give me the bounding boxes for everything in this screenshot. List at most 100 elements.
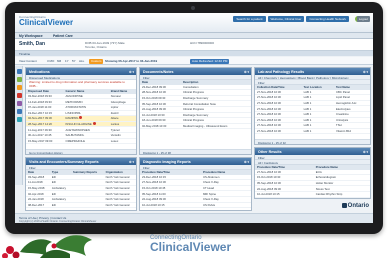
table-cell: Vitamin B12 (334, 128, 370, 135)
rail-home-icon[interactable] (16, 69, 22, 74)
imaging-table: Procedure Date/Time Procedure Name 23-De… (140, 170, 251, 209)
ontario-logo: Ontario (341, 203, 369, 209)
documents-table: Date Description 23-Dec-2018 09:30 Consul… (140, 80, 251, 130)
visits-header: Visits and Encounters/Summary Reports ⚙ … (26, 158, 136, 165)
patient-name: Smith, Dan (19, 41, 46, 47)
rail-labs-icon[interactable] (16, 93, 22, 98)
portlet-settings-icon[interactable]: ⚙ ▾ (363, 70, 368, 74)
table-cell: 02-May-2018 10:30 (140, 123, 181, 130)
range-custom-button[interactable]: Custom (89, 58, 104, 64)
berry-icon (12, 251, 20, 258)
table-row[interactable]: 15-May-2017 09:00 OMEPRAZOLE Losec (26, 138, 136, 145)
view-context-button[interactable]: View Context (19, 59, 37, 63)
berry-icon (6, 246, 14, 254)
table-row[interactable]: 11-Aug-2017 09:30 ACETAMINOPHEN Tylenol (26, 126, 136, 133)
logo-main-text: ClinicalViewer (19, 18, 74, 27)
portlet-settings-icon[interactable]: ⚙ ▾ (363, 150, 368, 154)
documents-portlet: Documents/Notes ⚙ ▾ Filter Date Descript… (139, 67, 252, 155)
table-row[interactable]: 10-Jul-2018 10:15 Cardiac Rhythm Strip (255, 191, 370, 198)
table-cell: US Pelvis (200, 202, 251, 209)
imaging-title: Diagnostic Imaging Reports (143, 159, 191, 164)
search-patient-link[interactable]: Search for a patient (233, 16, 266, 22)
table-cell: 10-Jul-2018 10:15 (255, 191, 314, 198)
table-cell (70, 202, 104, 209)
table-row[interactable]: 08-Dec-2017 ED North York General (26, 202, 136, 209)
visits-title: Visits and Encounters/Summary Reports (29, 159, 99, 164)
berry-icon (2, 253, 8, 258)
table-row[interactable]: 10-Jul-2018 10:15 US Pelvis (140, 202, 251, 209)
table-cell: 10-Jul-2018 10:15 (140, 202, 201, 209)
logout-button[interactable]: Logout (356, 16, 370, 22)
app-logo[interactable]: ConnectingOntario ClinicalViewer (19, 15, 73, 27)
ontario-trillium-icon (341, 203, 347, 208)
portlet-settings-icon[interactable]: ⚙ ▾ (129, 70, 134, 74)
range-1y-button[interactable]: 1Y (65, 59, 69, 63)
medications-header: Medications ⚙ ▾ (26, 68, 136, 75)
medications-warning: Warning: Limited to drug information and… (29, 80, 125, 88)
documents-header: Documents/Notes ⚙ ▾ (140, 68, 251, 75)
table-cell: Cardiac Rhythm Strip (313, 191, 370, 198)
table-row[interactable]: 30-Jun-2017 10:45 SALBUTAMOL Ventolin (26, 132, 136, 139)
cell-text: INSULIN GLARGINE (65, 122, 92, 127)
portlet-settings-icon[interactable]: ⚙ ▾ (244, 160, 249, 164)
medications-portlet: Medications ⚙ ▾ Dispensed Medications Wa… (25, 67, 137, 155)
range-all-button[interactable]: ALL (79, 59, 84, 63)
portlet-settings-icon[interactable]: ⚙ ▾ (129, 160, 134, 164)
range-3mo-button[interactable]: 3 MO (47, 59, 54, 63)
timeline-strip[interactable]: Timeline (15, 51, 373, 56)
imaging-header: Diagnostic Imaging Reports ⚙ ▾ (140, 158, 251, 165)
table-cell: 08-Dec-2017 (26, 202, 50, 209)
app-screen: ConnectingOntario ClinicalViewer Search … (15, 13, 373, 223)
documents-pagination: Displaying 1 - 25 of 38 (140, 149, 251, 154)
imaging-portlet: Diagnostic Imaging Reports ⚙ ▾ Filter Pr… (139, 157, 252, 211)
labs-header: Lab and Pathology Results ⚙ ▾ (255, 68, 370, 75)
holly-decoration (2, 235, 92, 258)
rail-imaging-icon[interactable] (16, 101, 22, 106)
table-cell: North York General (103, 202, 136, 209)
tablet-device: ConnectingOntario ClinicalViewer Search … (5, 2, 383, 234)
visits-table: Date Type Summary Reports Organization 0… (26, 170, 136, 209)
table-cell: 27-Nov-2018 10:30 (255, 128, 302, 135)
rail-meds-icon[interactable] (16, 77, 22, 82)
range-6m-button[interactable]: 6M (57, 59, 61, 63)
stage: ConnectingOntario ClinicalViewer Search … (0, 0, 389, 258)
table-cell: Medical Imaging - Ultrasound Exam (180, 123, 251, 130)
table-cell: ED (49, 202, 71, 209)
user-welcome-link[interactable]: Welcome, Clinical User (267, 16, 305, 22)
rail-other-icon[interactable] (16, 117, 22, 122)
medications-title: Medications (29, 69, 50, 74)
rail-visits-icon[interactable] (16, 109, 22, 114)
app-header: ConnectingOntario ClinicalViewer Search … (15, 13, 373, 33)
patient-address: Toronto, Ontario (85, 45, 107, 49)
labs-portlet: Lab and Pathology Results ⚙ ▾ All | Chem… (254, 67, 371, 145)
brand-logo: ConnectingOntario ClinicalViewer (150, 235, 231, 253)
other-results-header: Other Results ⚙ ▾ (255, 148, 370, 155)
table-row[interactable]: 02-May-2018 10:30 Medical Imaging - Ultra… (140, 123, 251, 130)
documents-title: Documents/Notes (143, 69, 174, 74)
patient-banner: Smith, Dan DOB 03-Jan-1949 (73Y) Male To… (15, 39, 373, 51)
table-row[interactable]: 14-Feb-2018 09:30 METFORMIN Glucophage (26, 98, 136, 105)
brand-line-2: ClinicalViewer (150, 240, 232, 254)
portlet-settings-icon[interactable]: ⚙ ▾ (244, 70, 249, 74)
tab-patient-care[interactable]: Patient Care (53, 34, 73, 38)
tab-my-workspace[interactable]: My Workspace (19, 34, 43, 38)
timeline-label: Timeline (19, 51, 31, 56)
range-display: Showing 06-Apr-2017 to 03-Jan-2019 (105, 59, 158, 63)
header-links: Search for a patient Welcome, Clinical U… (233, 16, 349, 22)
berry-icon (51, 243, 57, 249)
auto-refresh-badge[interactable]: Auto Refreshed: 12:40 PM (190, 58, 230, 64)
network-link[interactable]: Connecting Health Network (306, 16, 349, 22)
alert-icon (92, 122, 96, 126)
alert-icon (79, 116, 83, 120)
range-5y-button[interactable]: 5Y (72, 59, 76, 63)
patient-hcn: HCN 7890000000 (190, 41, 215, 45)
visits-portlet: Visits and Encounters/Summary Reports ⚙ … (25, 157, 137, 211)
table-row[interactable]: 27-Nov-2018 10:30 LAB 1 Vitamin B12 (255, 128, 370, 135)
medications-footer-link[interactable]: Go to Immunization History (26, 149, 136, 154)
camera-icon (191, 6, 195, 10)
table-cell: 15-May-2017 09:00 (26, 138, 64, 145)
other-results-table: Procedure Date/Time Procedure Name 27-No… (255, 165, 370, 198)
other-results-title: Other Results (258, 149, 282, 154)
labs-table: Collection Date/Time Test Location Test … (255, 85, 370, 135)
rail-docs-icon[interactable] (16, 85, 22, 90)
